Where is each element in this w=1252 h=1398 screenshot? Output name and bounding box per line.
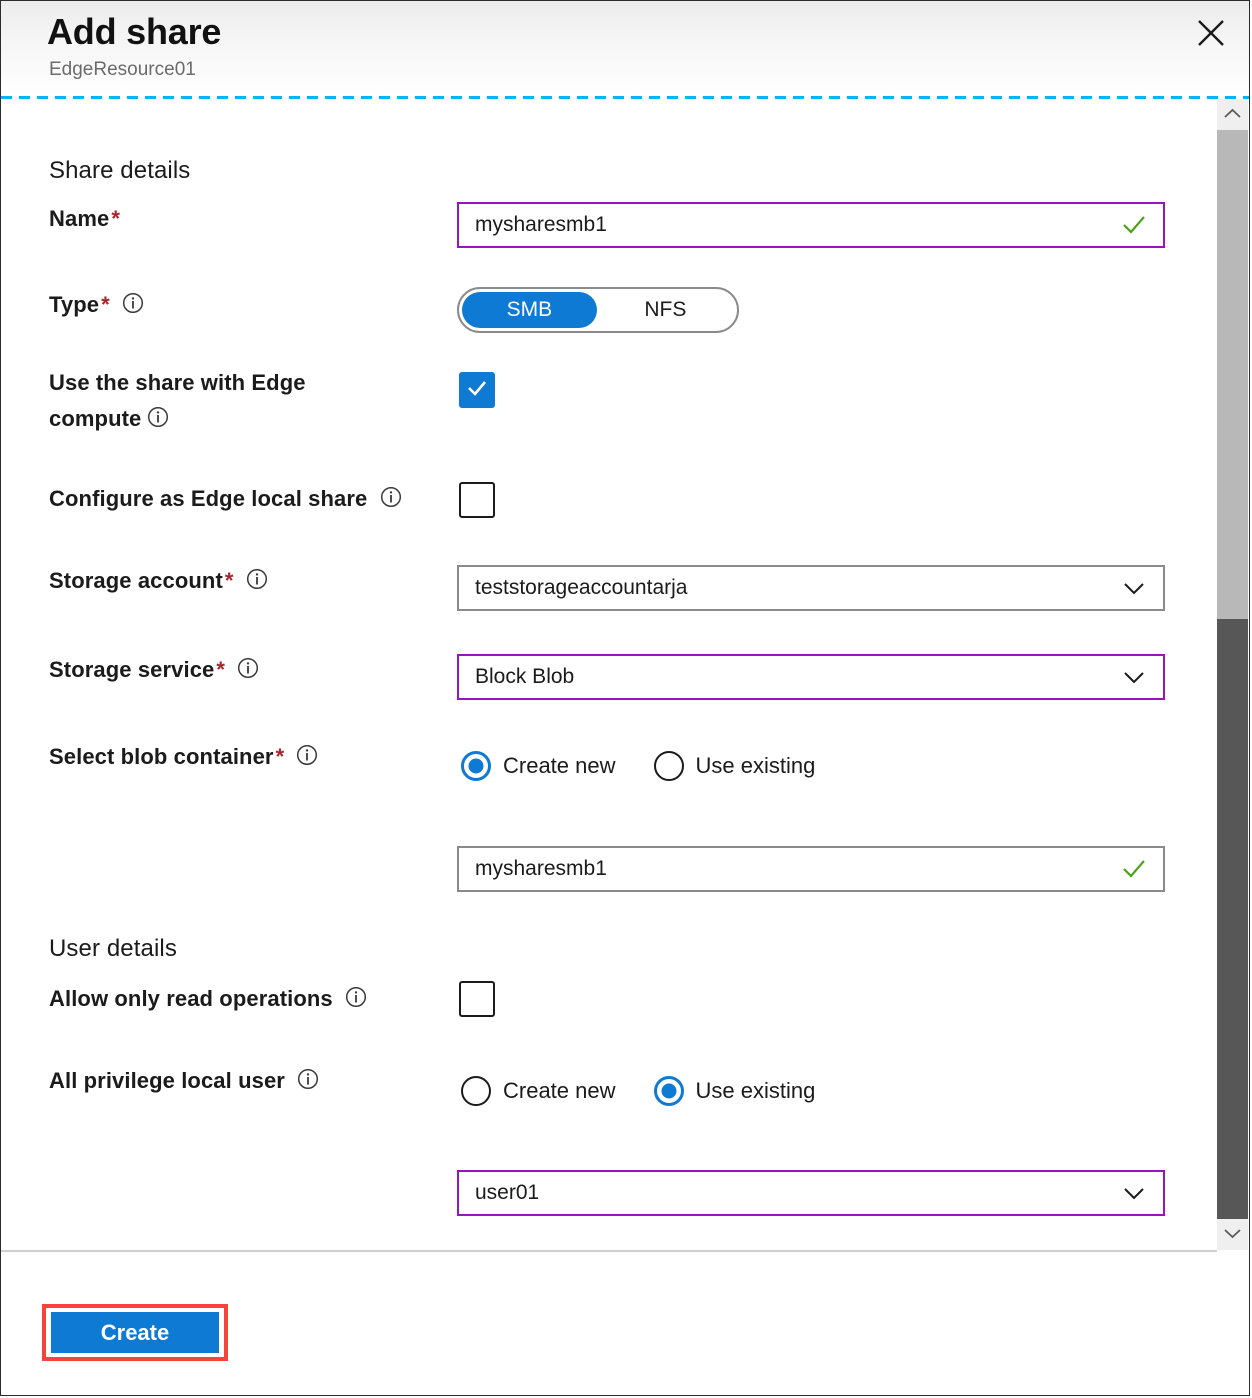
edge-local-share-label: Configure as Edge local share bbox=[49, 481, 402, 519]
type-label-text: Type bbox=[49, 292, 99, 317]
type-toggle[interactable]: SMB NFS bbox=[457, 287, 739, 333]
add-share-dialog: Add share EdgeResource01 Share details N… bbox=[0, 0, 1250, 1396]
checkmark-icon bbox=[465, 376, 489, 405]
storage-service-value: Block Blob bbox=[475, 665, 1121, 689]
info-icon[interactable] bbox=[380, 483, 402, 519]
close-button[interactable] bbox=[1187, 9, 1235, 57]
storage-account-required-mark: * bbox=[223, 568, 234, 593]
chevron-down-icon bbox=[1224, 1226, 1241, 1244]
blob-container-required-mark: * bbox=[274, 744, 285, 769]
edge-local-share-checkbox[interactable] bbox=[459, 482, 495, 518]
blob-container-radio-create-new[interactable]: Create new bbox=[461, 751, 616, 781]
chevron-down-icon[interactable] bbox=[1121, 575, 1147, 601]
blob-container-radio-use-existing[interactable]: Use existing bbox=[654, 751, 816, 781]
edge-compute-label-line1: Use the share with Edge bbox=[49, 370, 306, 395]
type-option-smb[interactable]: SMB bbox=[462, 292, 597, 328]
share-details-heading: Share details bbox=[49, 157, 190, 185]
info-icon[interactable] bbox=[122, 289, 144, 325]
form-scroll-area: Share details Name* mysharesmb1 Type* bbox=[1, 99, 1217, 1249]
storage-account-select[interactable]: teststorageaccountarja bbox=[457, 565, 1165, 611]
edge-local-share-label-text: Configure as Edge local share bbox=[49, 486, 367, 511]
local-user-label-text: All privilege local user bbox=[49, 1068, 285, 1093]
page-title: Add share bbox=[47, 11, 221, 53]
info-icon[interactable] bbox=[147, 403, 169, 439]
radio-selected-icon bbox=[654, 1076, 684, 1106]
blob-container-name-value: mysharesmb1 bbox=[475, 857, 1121, 881]
read-only-checkbox[interactable] bbox=[459, 981, 495, 1017]
blob-container-radio-group: Create new Use existing bbox=[461, 751, 815, 781]
local-user-select[interactable]: user01 bbox=[457, 1170, 1165, 1216]
info-icon[interactable] bbox=[297, 1065, 319, 1101]
info-icon[interactable] bbox=[246, 565, 268, 601]
name-input-value: mysharesmb1 bbox=[475, 213, 1121, 237]
name-label-text: Name bbox=[49, 206, 109, 231]
info-icon[interactable] bbox=[296, 741, 318, 777]
scroll-up-button[interactable] bbox=[1217, 99, 1248, 130]
type-option-nfs[interactable]: NFS bbox=[597, 292, 734, 328]
storage-account-value: teststorageaccountarja bbox=[475, 576, 1121, 600]
blob-container-name-input[interactable]: mysharesmb1 bbox=[457, 846, 1165, 892]
user-details-heading: User details bbox=[49, 935, 177, 963]
dialog-header: Add share EdgeResource01 bbox=[1, 1, 1249, 97]
type-label: Type* bbox=[49, 287, 144, 325]
read-only-label-text: Allow only read operations bbox=[49, 986, 333, 1011]
radio-unselected-icon bbox=[654, 751, 684, 781]
edge-compute-label: Use the share with Edge compute bbox=[49, 365, 429, 439]
local-user-use-existing-label: Use existing bbox=[696, 1078, 816, 1104]
checkmark-icon bbox=[1121, 856, 1147, 882]
storage-service-label-text: Storage service bbox=[49, 657, 214, 682]
local-user-radio-create-new[interactable]: Create new bbox=[461, 1076, 616, 1106]
blob-container-label-text: Select blob container bbox=[49, 744, 274, 769]
storage-service-select[interactable]: Block Blob bbox=[457, 654, 1165, 700]
blob-container-use-existing-label: Use existing bbox=[696, 753, 816, 779]
storage-service-label: Storage service* bbox=[49, 652, 259, 690]
edge-compute-checkbox[interactable] bbox=[459, 372, 495, 408]
chevron-down-icon[interactable] bbox=[1121, 1180, 1147, 1206]
name-label: Name* bbox=[49, 201, 120, 237]
blob-container-label: Select blob container* bbox=[49, 739, 318, 777]
type-required-mark: * bbox=[99, 292, 110, 317]
storage-account-label-text: Storage account bbox=[49, 568, 223, 593]
radio-unselected-icon bbox=[461, 1076, 491, 1106]
chevron-down-icon[interactable] bbox=[1121, 664, 1147, 690]
storage-account-label: Storage account* bbox=[49, 563, 268, 601]
name-input[interactable]: mysharesmb1 bbox=[457, 202, 1165, 248]
blob-container-create-new-label: Create new bbox=[503, 753, 616, 779]
checkmark-icon bbox=[1121, 212, 1147, 238]
page-subtitle: EdgeResource01 bbox=[49, 59, 196, 81]
storage-service-required-mark: * bbox=[214, 657, 225, 682]
local-user-create-new-label: Create new bbox=[503, 1078, 616, 1104]
local-user-label: All privilege local user bbox=[49, 1063, 319, 1101]
close-icon bbox=[1196, 18, 1226, 48]
read-only-label: Allow only read operations bbox=[49, 981, 367, 1019]
scroll-down-button[interactable] bbox=[1217, 1219, 1248, 1250]
chevron-up-icon bbox=[1224, 106, 1241, 124]
name-required-mark: * bbox=[109, 206, 120, 231]
local-user-radio-use-existing[interactable]: Use existing bbox=[654, 1076, 816, 1106]
create-button[interactable]: Create bbox=[51, 1312, 219, 1353]
radio-selected-icon bbox=[461, 751, 491, 781]
edge-compute-label-line2: compute bbox=[49, 406, 141, 431]
info-icon[interactable] bbox=[345, 983, 367, 1019]
local-user-value: user01 bbox=[475, 1181, 1121, 1205]
info-icon[interactable] bbox=[237, 654, 259, 690]
local-user-radio-group: Create new Use existing bbox=[461, 1076, 815, 1106]
vertical-scrollbar[interactable] bbox=[1217, 99, 1248, 1250]
scrollbar-track[interactable] bbox=[1217, 619, 1248, 1219]
scrollbar-thumb[interactable] bbox=[1217, 130, 1248, 619]
